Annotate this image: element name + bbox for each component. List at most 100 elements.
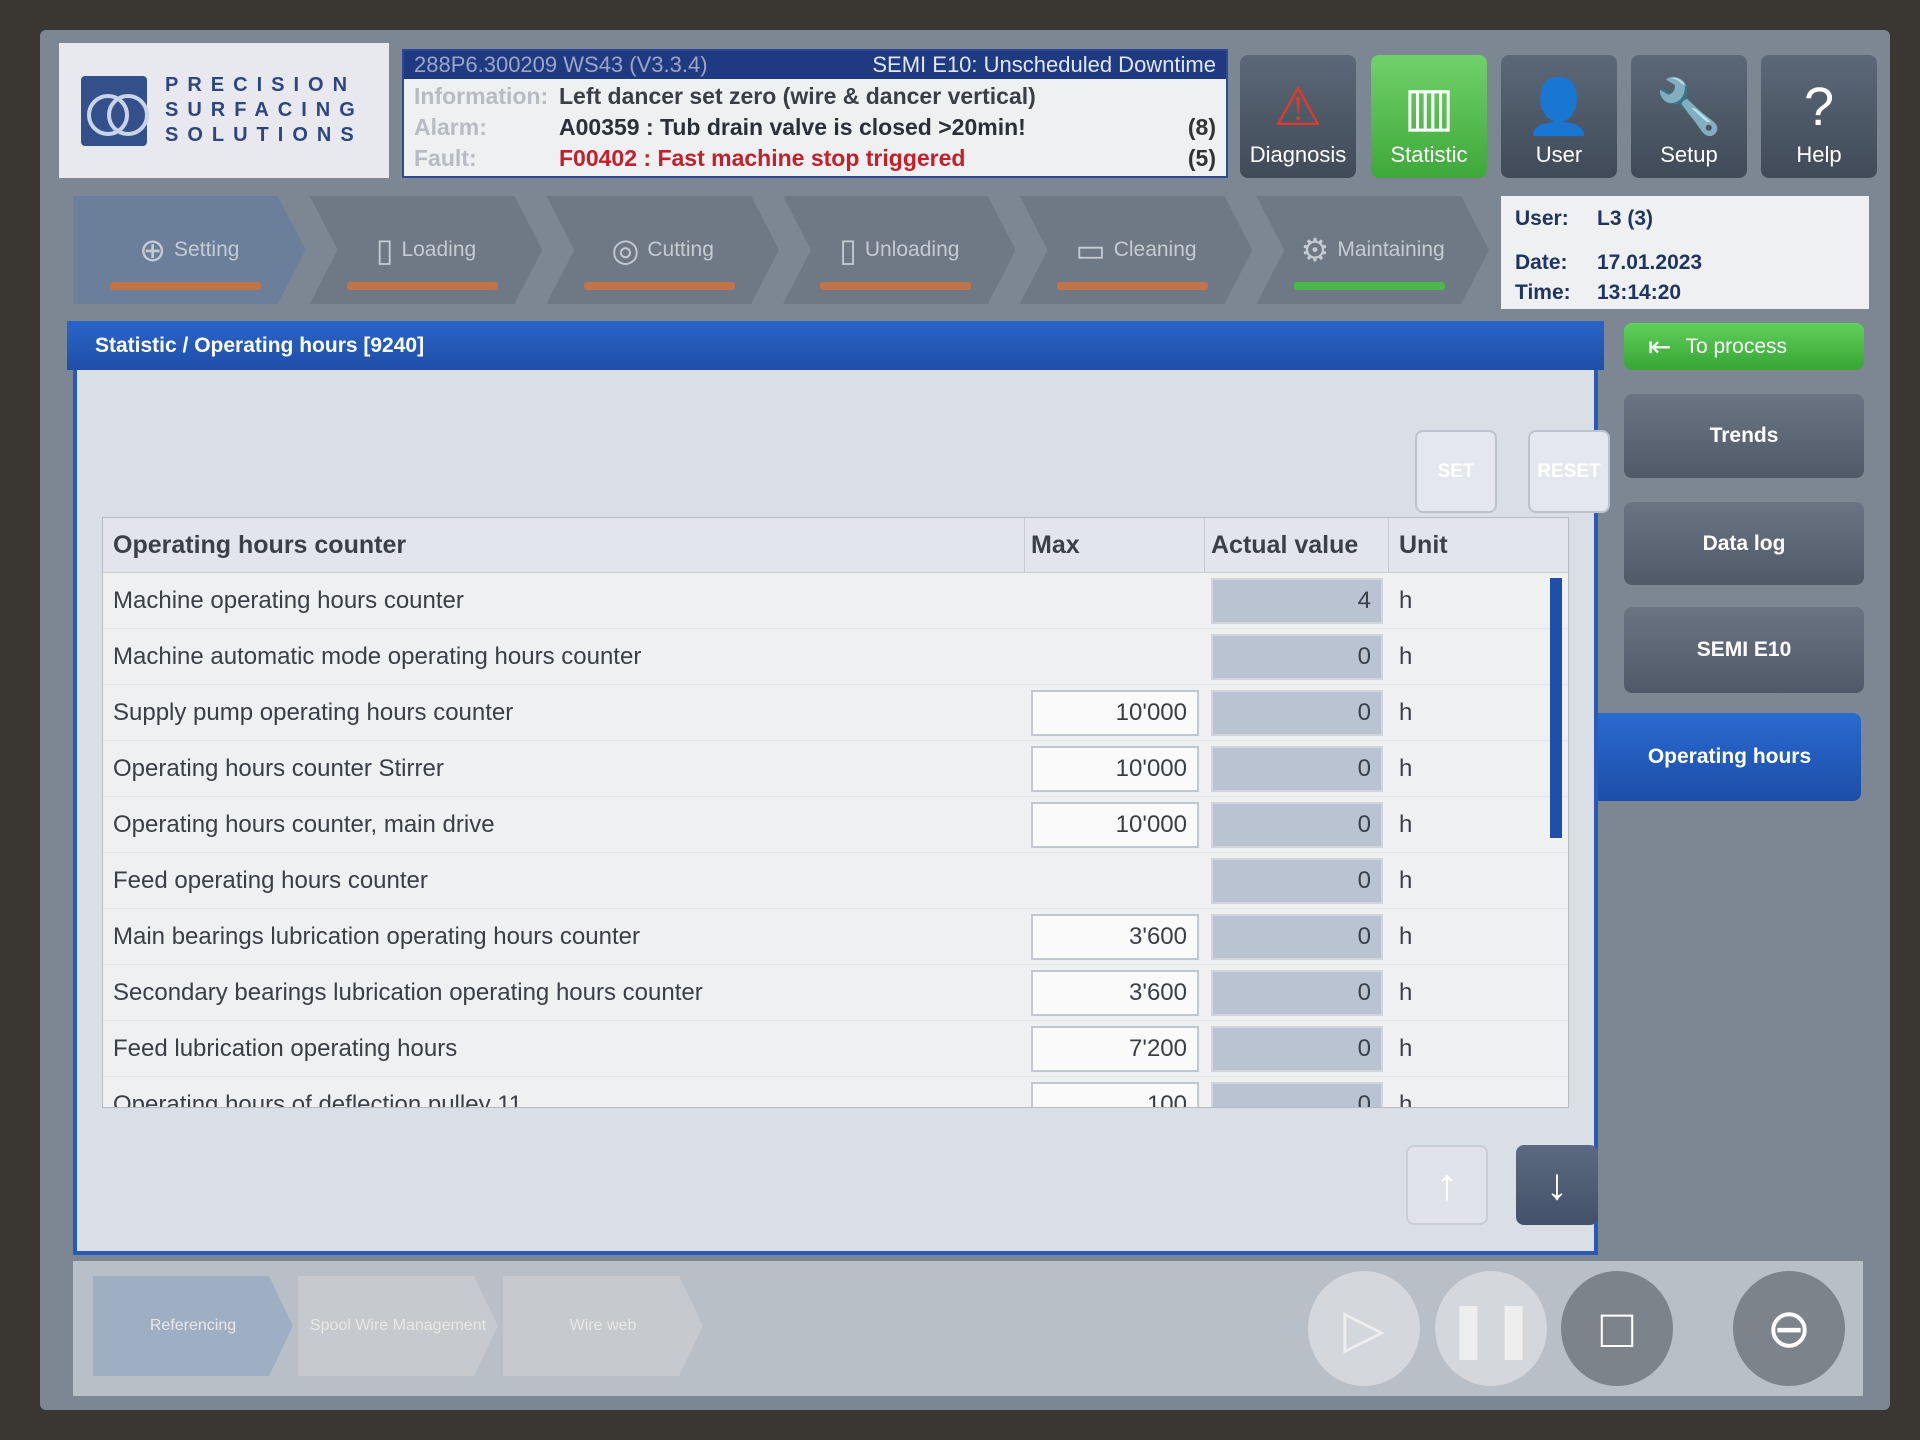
- max-input[interactable]: 10'000: [1031, 689, 1199, 736]
- step-label: Setting: [174, 238, 240, 261]
- step-icon: ▭: [1075, 232, 1106, 268]
- max-input[interactable]: 7'200: [1031, 1025, 1199, 1072]
- step-cutting[interactable]: ◎ Cutting: [546, 196, 780, 304]
- table-row: Feed operating hours counter 0 h: [103, 853, 1568, 909]
- unit: h: [1399, 642, 1413, 670]
- table-row: Operating hours of deflection pulley 11 …: [103, 1077, 1568, 1108]
- actual-value: 4: [1211, 577, 1383, 624]
- diagnosis-button[interactable]: ⚠ Diagnosis: [1240, 55, 1356, 178]
- table-row: Machine operating hours counter 4 h: [103, 573, 1568, 629]
- step-status-bar: [346, 282, 499, 290]
- unit: h: [1399, 586, 1413, 614]
- step-setting[interactable]: ⊕ Setting: [73, 196, 306, 304]
- actual-value: 0: [1211, 745, 1383, 792]
- message-row[interactable]: Alarm: A00359 : Tub drain valve is close…: [414, 112, 1216, 143]
- bottom-step-referencing[interactable]: Referencing: [93, 1276, 293, 1376]
- stop-icon: □: [1600, 1298, 1634, 1359]
- counter-name: Feed operating hours counter: [113, 866, 428, 894]
- logo-line: PRECISION: [165, 74, 357, 96]
- date-value: 17.01.2023: [1597, 251, 1703, 274]
- message-count: (5): [1187, 145, 1216, 171]
- unit: h: [1399, 754, 1413, 782]
- message-text: F00402 : Fast machine stop triggered: [559, 145, 966, 171]
- statistic-button[interactable]: ▥ Statistic: [1371, 55, 1487, 178]
- pause-button[interactable]: ❚❚: [1435, 1271, 1547, 1386]
- stop-button[interactable]: □: [1561, 1271, 1673, 1386]
- step-loading[interactable]: ▯ Loading: [309, 196, 543, 304]
- company-logo: PRECISION SURFACING SOLUTIONS: [59, 43, 389, 178]
- date-label: Date:: [1515, 251, 1568, 274]
- unit: h: [1399, 1034, 1413, 1062]
- start-button[interactable]: ▷: [1308, 1271, 1420, 1386]
- actual-value: 0: [1211, 689, 1383, 736]
- step-maintaining[interactable]: ⚙ Maintaining: [1256, 196, 1490, 304]
- arrow-up-icon: ↑: [1436, 1160, 1458, 1209]
- operating-hours-table: Operating hours counter Max Actual value…: [102, 517, 1569, 1108]
- side-item-trends[interactable]: Trends: [1624, 394, 1864, 478]
- scroll-up-button[interactable]: ↑: [1406, 1145, 1488, 1225]
- actual-value: 0: [1211, 913, 1383, 960]
- step-status-bar: [110, 282, 262, 290]
- message-row[interactable]: Information: Left dancer set zero (wire …: [414, 81, 1216, 112]
- to-process-label: To process: [1685, 334, 1788, 358]
- actual-value: 0: [1211, 857, 1383, 904]
- step-status-bar: [1293, 282, 1445, 290]
- step-label: Cleaning: [1113, 238, 1197, 261]
- scroll-down-button[interactable]: ↓: [1516, 1145, 1598, 1225]
- circle-split-icon: ⊖: [1766, 1299, 1812, 1359]
- step-label: Cutting: [647, 238, 714, 261]
- bar-chart-icon: ▥: [1403, 77, 1455, 137]
- help-button[interactable]: ? Help: [1761, 55, 1877, 178]
- bottom-bar: Referencing Spool Wire Management Wire w…: [73, 1261, 1863, 1396]
- time-value: 13:14:20: [1597, 281, 1682, 304]
- step-unloading[interactable]: ▯ Unloading: [783, 196, 1016, 304]
- arrow-down-icon: ↓: [1546, 1160, 1568, 1209]
- max-input[interactable]: 10'000: [1031, 801, 1199, 848]
- exit-icon: ⇤: [1648, 331, 1672, 362]
- step-status-bar: [820, 282, 972, 290]
- reset-button[interactable]: RESET: [1528, 430, 1610, 513]
- unit: h: [1399, 698, 1413, 726]
- column-header: Operating hours counter: [103, 518, 1025, 572]
- user-button[interactable]: 👤 User: [1501, 55, 1617, 178]
- wrench-icon: 🔧: [1655, 77, 1723, 137]
- table-row: Feed lubrication operating hours 7'200 0…: [103, 1021, 1568, 1077]
- actual-value: 0: [1211, 1025, 1383, 1072]
- set-button[interactable]: SET: [1415, 430, 1497, 513]
- max-input[interactable]: 10'000: [1031, 745, 1199, 792]
- side-item-semi-e10[interactable]: SEMI E10: [1624, 607, 1864, 693]
- table-row: Secondary bearings lubrication operating…: [103, 965, 1568, 1021]
- unit: h: [1399, 810, 1413, 838]
- time-label: Time:: [1515, 281, 1571, 304]
- hmi-screen: PRECISION SURFACING SOLUTIONS 288P6.3002…: [40, 30, 1890, 1410]
- side-item-data-log[interactable]: Data log: [1624, 502, 1864, 585]
- step-cleaning[interactable]: ▭ Cleaning: [1019, 196, 1253, 304]
- button-label: Help: [1796, 142, 1842, 167]
- to-process-button[interactable]: ⇤ To process: [1624, 323, 1864, 370]
- side-item-operating-hours[interactable]: Operating hours: [1598, 713, 1861, 801]
- emergency-button[interactable]: ⊖: [1733, 1271, 1845, 1386]
- bottom-step-spool-wire[interactable]: Spool Wire Management: [298, 1276, 498, 1376]
- column-header: Max: [1025, 518, 1205, 572]
- help-icon: ?: [1803, 77, 1835, 137]
- main-panel: SET RESET Operating hours counter Max Ac…: [73, 370, 1610, 1255]
- max-input[interactable]: 3'600: [1031, 969, 1199, 1016]
- message-row[interactable]: Fault: F00402 : Fast machine stop trigge…: [414, 143, 1216, 174]
- step-icon: ⚙: [1300, 232, 1330, 268]
- button-label: Statistic: [1390, 142, 1468, 167]
- message-text: A00359 : Tub drain valve is closed >20mi…: [559, 114, 1026, 140]
- message-label: Alarm:: [414, 114, 487, 140]
- bottom-step-wire-web[interactable]: Wire web: [503, 1276, 703, 1376]
- table-row: Operating hours counter Stirrer 10'000 0…: [103, 741, 1568, 797]
- message-panel[interactable]: 288P6.300209 WS43 (V3.3.4) SEMI E10: Uns…: [402, 49, 1228, 178]
- counter-name: Supply pump operating hours counter: [113, 698, 514, 726]
- max-input[interactable]: 100: [1031, 1081, 1199, 1107]
- button-label: User: [1535, 142, 1583, 167]
- counter-name: Operating hours of deflection pulley 11: [113, 1090, 523, 1108]
- counter-name: Feed lubrication operating hours: [113, 1034, 458, 1062]
- scrollbar[interactable]: [1550, 578, 1562, 838]
- setup-button[interactable]: 🔧 Setup: [1631, 55, 1747, 178]
- actual-value: 0: [1211, 801, 1383, 848]
- user-value: L3 (3): [1597, 207, 1654, 230]
- max-input[interactable]: 3'600: [1031, 913, 1199, 960]
